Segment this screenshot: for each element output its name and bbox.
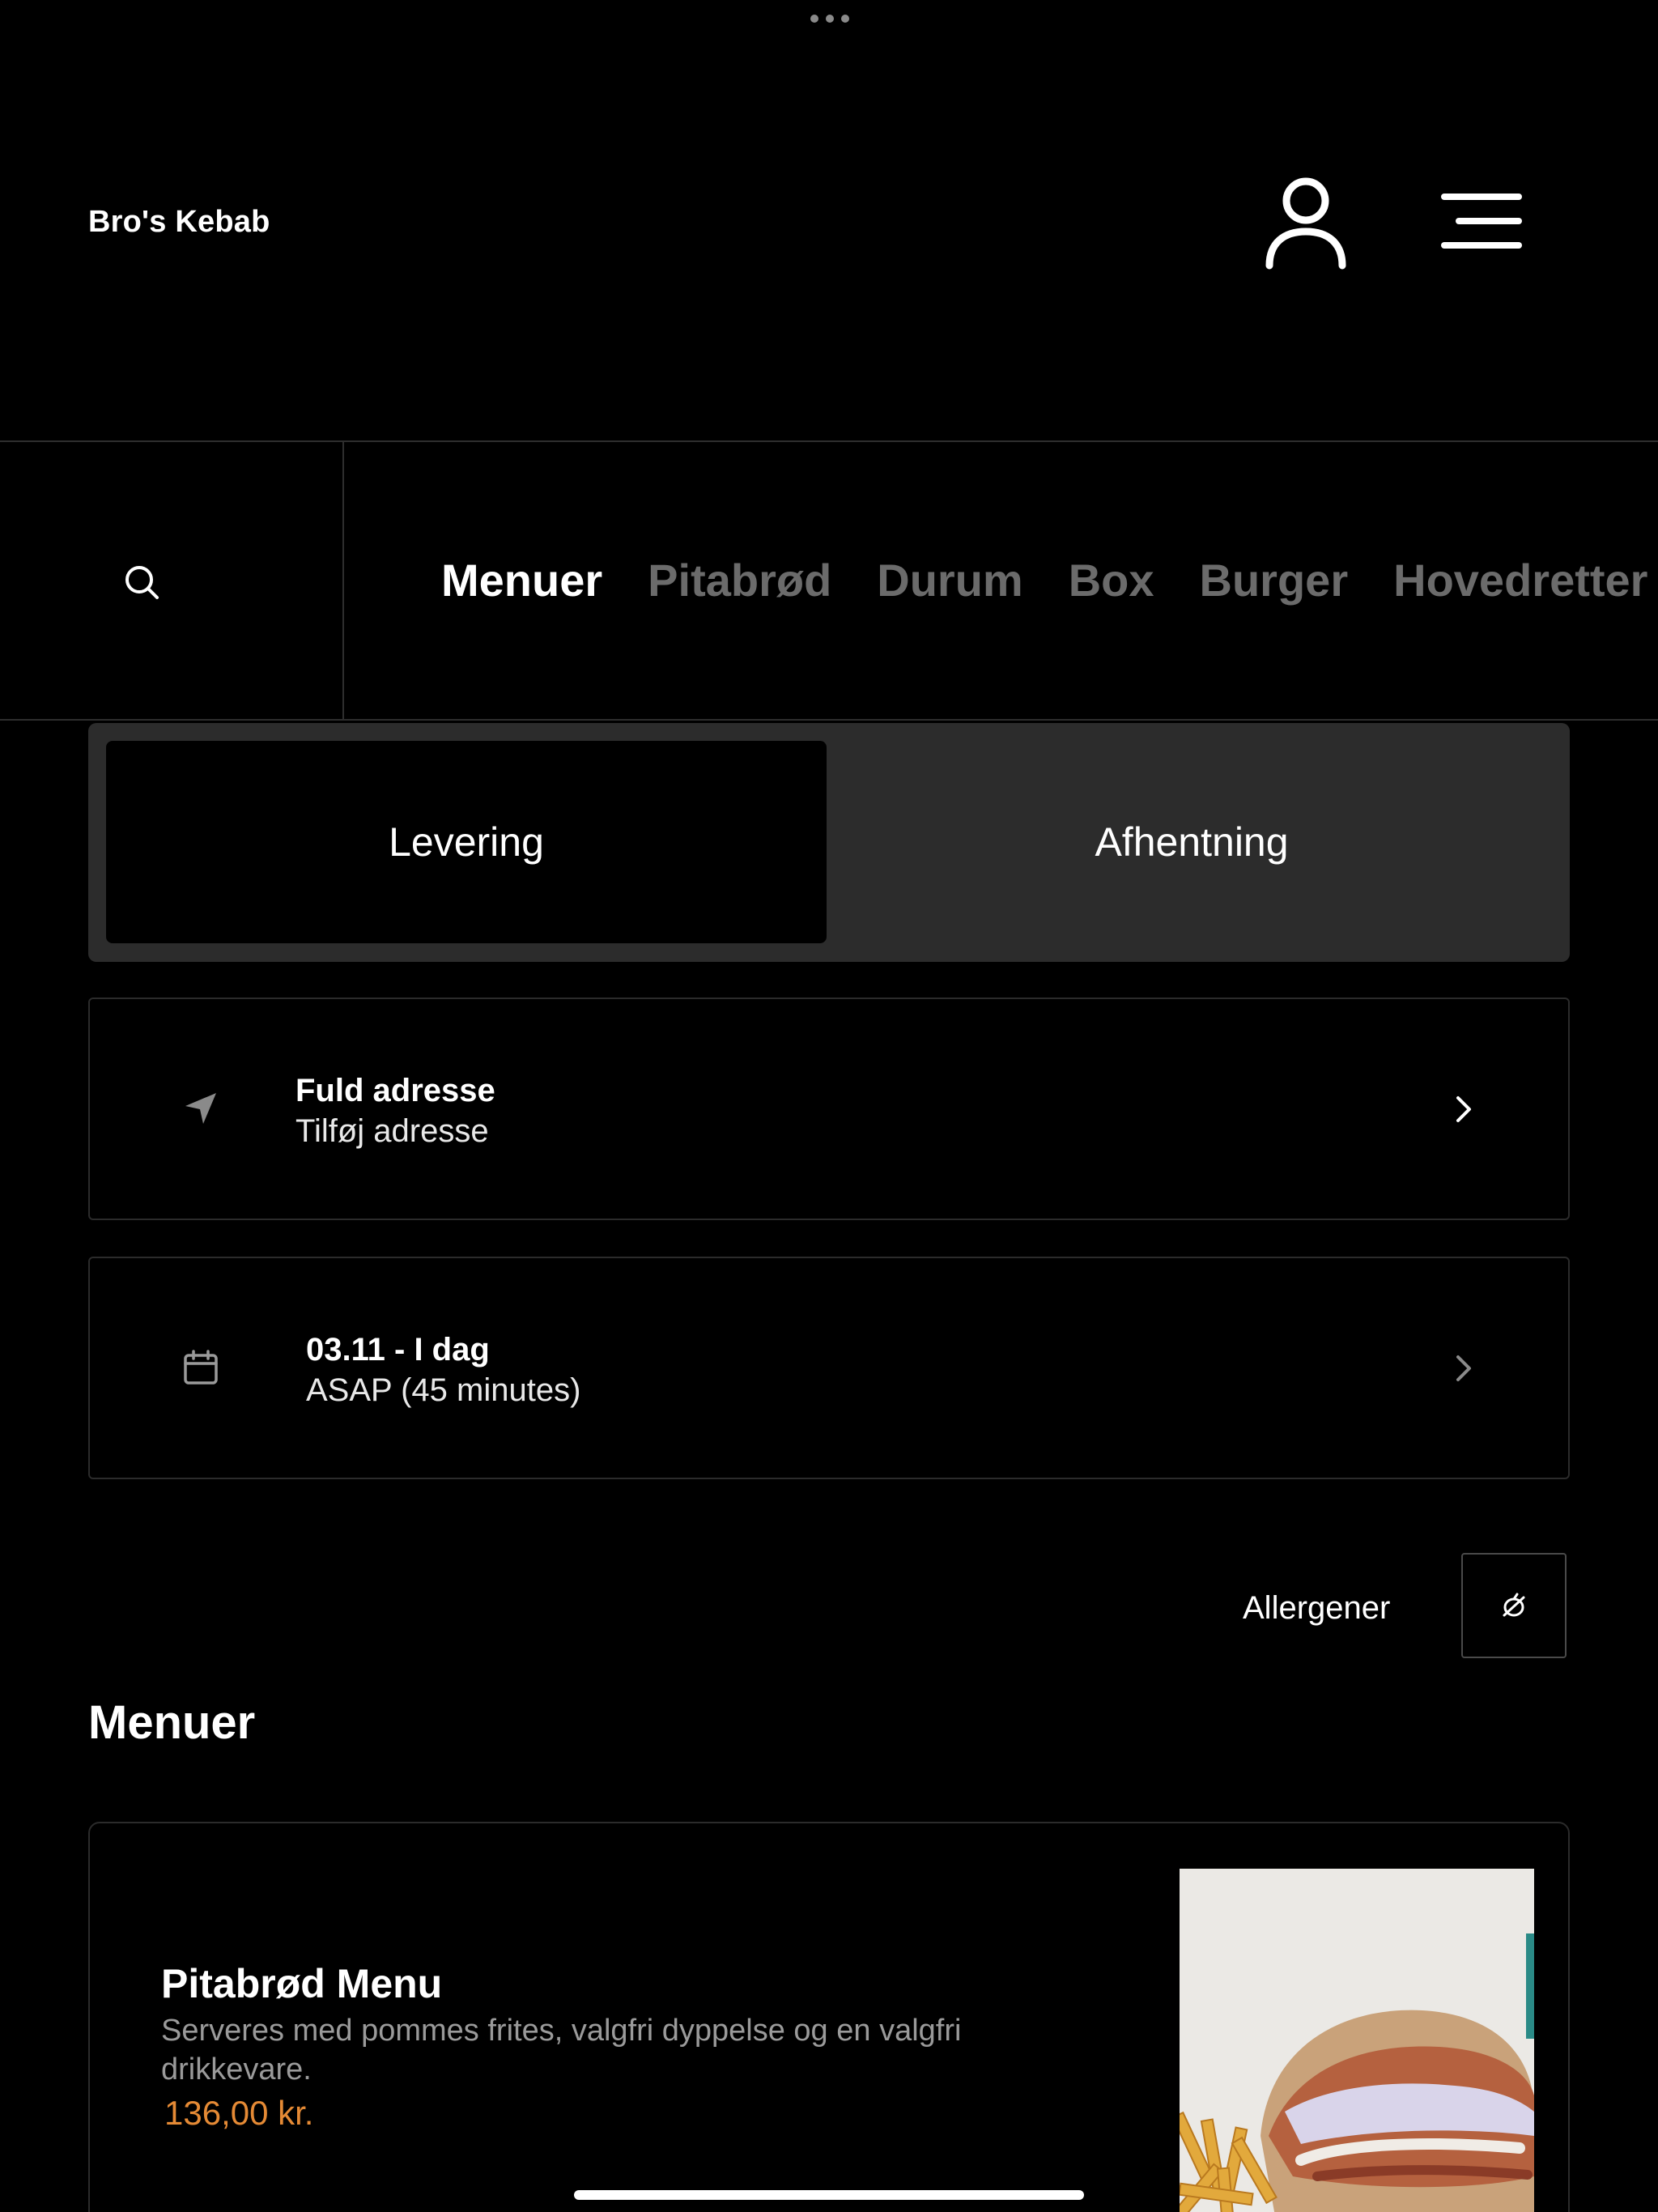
product-image: [1180, 1869, 1534, 2212]
product-description: Serveres med pommes frites, valgfri dypp…: [161, 2014, 962, 2087]
address-text: Fuld adresse Tilføj adresse: [295, 1070, 495, 1151]
chevron-right-icon: [1456, 1355, 1471, 1381]
search-button[interactable]: [0, 442, 344, 719]
category-tab[interactable]: Durum: [877, 558, 1022, 603]
category-tab[interactable]: Box: [1069, 558, 1154, 603]
brand-name[interactable]: Bro's Kebab: [88, 202, 270, 241]
section-title: Menuer: [88, 1696, 256, 1749]
allergens-label: Allergener: [1243, 1590, 1391, 1626]
hamburger-menu-icon[interactable]: [1433, 182, 1530, 263]
category-tab[interactable]: Menuer: [441, 558, 602, 603]
product-price: 136,00 kr.: [164, 2094, 314, 2132]
address-subtitle: Tilføj adresse: [295, 1113, 489, 1149]
order-mode-toggle: Levering Afhentning: [88, 723, 1570, 962]
category-tabs: Menuer Pitabrød Durum Box Burger Hovedretter: [441, 442, 1658, 719]
pita-photo-illustration: [1180, 1869, 1534, 2212]
address-title: Fuld adresse: [295, 1073, 495, 1108]
multitasking-grabber[interactable]: [810, 15, 849, 23]
search-icon: [125, 566, 159, 599]
product-name: Pitabrød Menu: [161, 1961, 443, 2006]
category-tab[interactable]: Hovedretter: [1393, 558, 1647, 603]
app-screen: Bro's Kebab Menuer Pitabrød Durum Box Burger…: [0, 0, 1658, 2212]
allergen-filter-icon: [1503, 1593, 1525, 1617]
user-icon[interactable]: [1253, 170, 1358, 275]
calendar-icon: [184, 1350, 218, 1385]
category-tab[interactable]: Burger: [1200, 558, 1349, 603]
address-row[interactable]: Fuld adresse Tilføj adresse: [88, 998, 1570, 1220]
schedule-subtitle: ASAP (45 minutes): [306, 1372, 581, 1408]
chevron-right-icon: [1456, 1096, 1471, 1122]
pickup-option[interactable]: Afhentning: [831, 741, 1552, 943]
schedule-title: 03.11 - I dag: [306, 1332, 490, 1368]
schedule-row[interactable]: 03.11 - I dag ASAP (45 minutes): [88, 1257, 1570, 1479]
delivery-option[interactable]: Levering: [106, 741, 827, 943]
location-arrow-icon: [185, 1093, 216, 1124]
category-bar: Menuer Pitabrød Durum Box Burger Hovedretter: [0, 440, 1658, 721]
schedule-text: 03.11 - I dag ASAP (45 minutes): [306, 1329, 580, 1410]
category-tab[interactable]: Pitabrød: [648, 558, 831, 603]
allergens-button[interactable]: [1461, 1553, 1567, 1658]
home-indicator[interactable]: [574, 2190, 1084, 2200]
product-card[interactable]: Pitabrød Menu Serveres med pommes frites…: [88, 1822, 1570, 2212]
